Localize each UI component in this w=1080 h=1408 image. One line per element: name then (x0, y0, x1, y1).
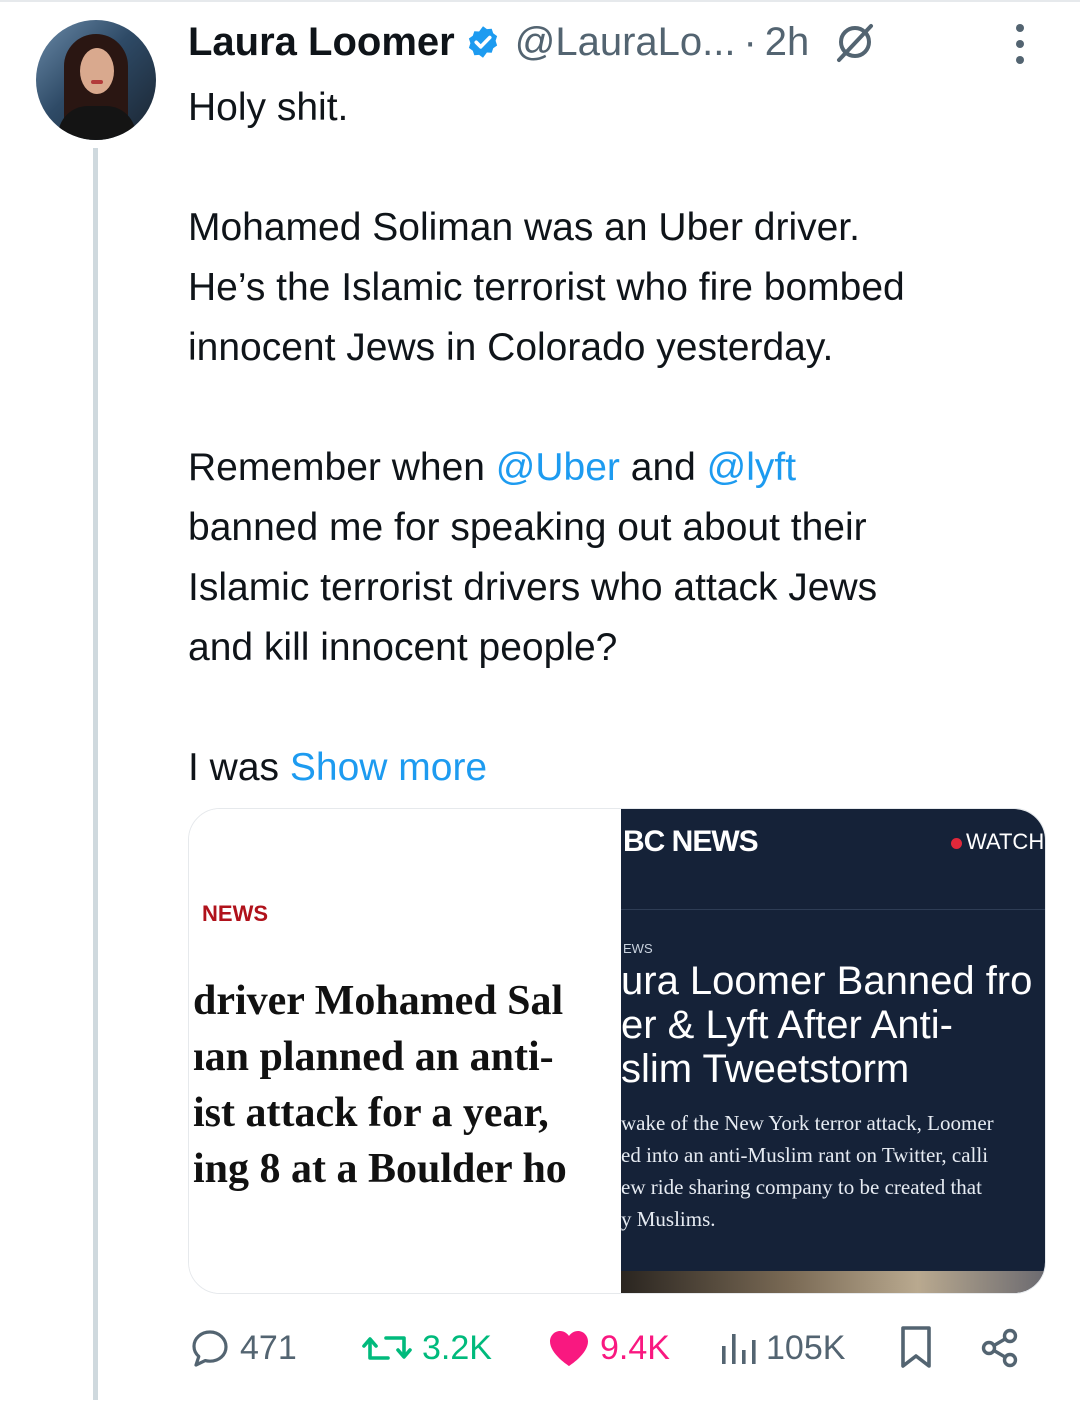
title-line: slim Tweetstorm (621, 1047, 910, 1091)
header-divider (621, 909, 1045, 910)
section-label: EWS (623, 941, 653, 956)
avatar-lips (91, 80, 103, 84)
thread-line (93, 148, 98, 1400)
tweet-line: innocent Jews in Colorado yesterday. (188, 326, 834, 369)
title-line: er & Lyft After Anti- (621, 1003, 953, 1047)
show-more-link[interactable]: Show more (290, 746, 487, 789)
watch-live-label: WATCH (951, 829, 1044, 855)
like-button[interactable]: 9.4K (546, 1318, 670, 1378)
description-line: wake of the New York terror attack, Loom… (621, 1111, 994, 1135)
timestamp[interactable]: 2h (765, 20, 810, 65)
headline-line: ing 8 at a Boulder ho (193, 1146, 567, 1192)
article-description: wake of the New York terror attack, Loom… (621, 1107, 1045, 1235)
dot-separator: · (743, 19, 757, 64)
headline-line: ıan planned an anti- (193, 1034, 554, 1080)
tweet-line: He’s the Islamic terrorist who fire bomb… (188, 266, 905, 309)
headline-line: ist attack for a year, (193, 1090, 549, 1136)
author-handle[interactable]: @LauraLo... (515, 20, 736, 65)
tweet-header: Laura Loomer @LauraLo... · 2h (188, 14, 877, 70)
avatar[interactable] (36, 20, 156, 140)
tweet-line: and kill innocent people? (188, 626, 618, 669)
tweet-line: Mohamed Soliman was an Uber driver. (188, 206, 860, 249)
title-line: ura Loomer Banned fro (621, 959, 1033, 1003)
description-line: ed into an anti-Muslim rant on Twitter, … (621, 1143, 989, 1167)
article-thumbnail (621, 1271, 1045, 1293)
avatar-face (80, 48, 114, 94)
more-options-icon[interactable] (1012, 22, 1028, 66)
views-chart-icon (722, 1334, 756, 1364)
bookmark-icon (901, 1326, 931, 1368)
reply-count: 471 (240, 1328, 297, 1367)
author-name[interactable]: Laura Loomer (188, 20, 455, 65)
media-image-left[interactable]: ▖ NEWS driver Mohamed Sal ıan planned an… (189, 809, 609, 1293)
headline-line: driver Mohamed Sal (193, 978, 564, 1024)
tweet-line: I was Show more (188, 738, 1068, 798)
live-dot-icon (951, 838, 962, 849)
repost-button[interactable]: 3.2K (360, 1318, 492, 1378)
grok-icon[interactable] (833, 20, 877, 64)
article-title: ura Loomer Banned fro er & Lyft After An… (621, 959, 1045, 1091)
mention-lyft-link[interactable]: @lyft (707, 446, 796, 489)
bookmark-button[interactable] (898, 1318, 934, 1378)
tweet-text: Holy shit. Mohamed Soliman was an Uber d… (188, 78, 1068, 798)
news-headline: driver Mohamed Sal ıan planned an anti- … (193, 973, 609, 1197)
media-image-right[interactable]: BC NEWS WATCH EWS ura Loomer Banned fro … (621, 809, 1045, 1293)
repost-icon (362, 1336, 412, 1360)
reply-button[interactable]: 471 (188, 1318, 297, 1378)
share-icon (981, 1328, 1018, 1368)
text-fragment: and (619, 446, 707, 489)
tweet-line: banned me for speaking out about their (188, 506, 867, 549)
tweet-line: Islamic terrorist drivers who attack Jew… (188, 566, 878, 609)
news-source-label: ▖ NEWS (189, 901, 269, 926)
views-button[interactable]: 105K (718, 1318, 845, 1378)
tweet-line: Holy shit. (188, 86, 349, 129)
action-bar: 471 3.2K 9.4K 105K (188, 1318, 1028, 1378)
like-heart-icon (550, 1331, 588, 1366)
views-count: 105K (766, 1328, 846, 1367)
repost-count: 3.2K (422, 1328, 492, 1367)
reply-icon (192, 1330, 228, 1367)
description-line: y Muslims. (621, 1207, 716, 1231)
top-divider (0, 0, 1080, 2)
text-fragment: I was (188, 746, 290, 789)
verified-badge-icon (468, 26, 497, 58)
media-card[interactable]: ▖ NEWS driver Mohamed Sal ıan planned an… (188, 808, 1046, 1294)
description-line: ew ride sharing company to be created th… (621, 1175, 982, 1199)
like-count: 9.4K (600, 1328, 670, 1367)
tweet-line: Remember when @Uber and @lyft (188, 438, 1068, 498)
text-fragment: Remember when (188, 446, 496, 489)
share-button[interactable] (978, 1318, 1022, 1378)
news-brand-logo: BC NEWS (623, 825, 759, 858)
mention-uber-link[interactable]: @Uber (496, 446, 620, 489)
